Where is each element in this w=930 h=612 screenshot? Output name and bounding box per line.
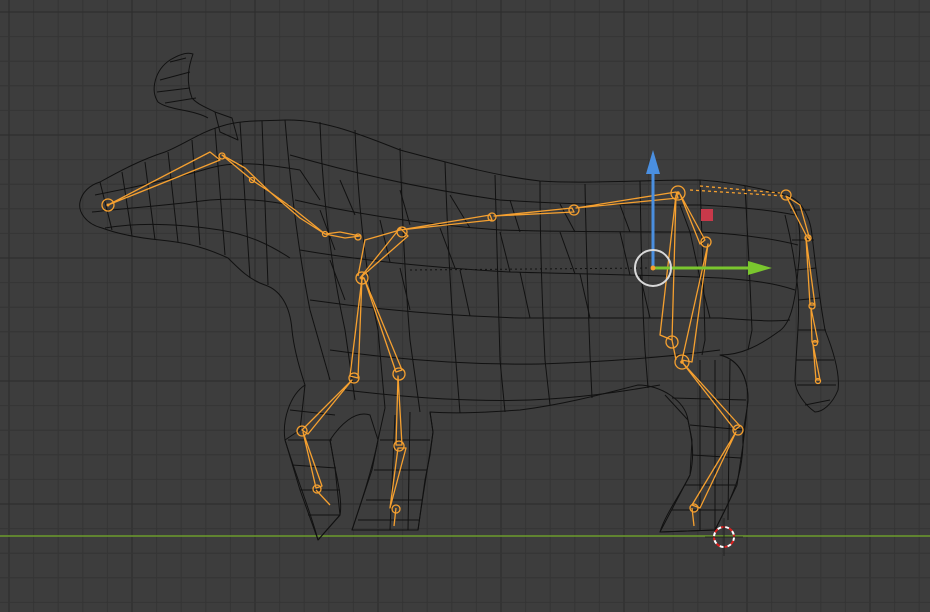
gizmo-x-axis-handle[interactable] bbox=[701, 209, 713, 221]
3d-viewport[interactable] bbox=[0, 0, 930, 612]
viewport-background bbox=[0, 0, 930, 612]
gizmo-pivot-dot bbox=[650, 265, 656, 271]
